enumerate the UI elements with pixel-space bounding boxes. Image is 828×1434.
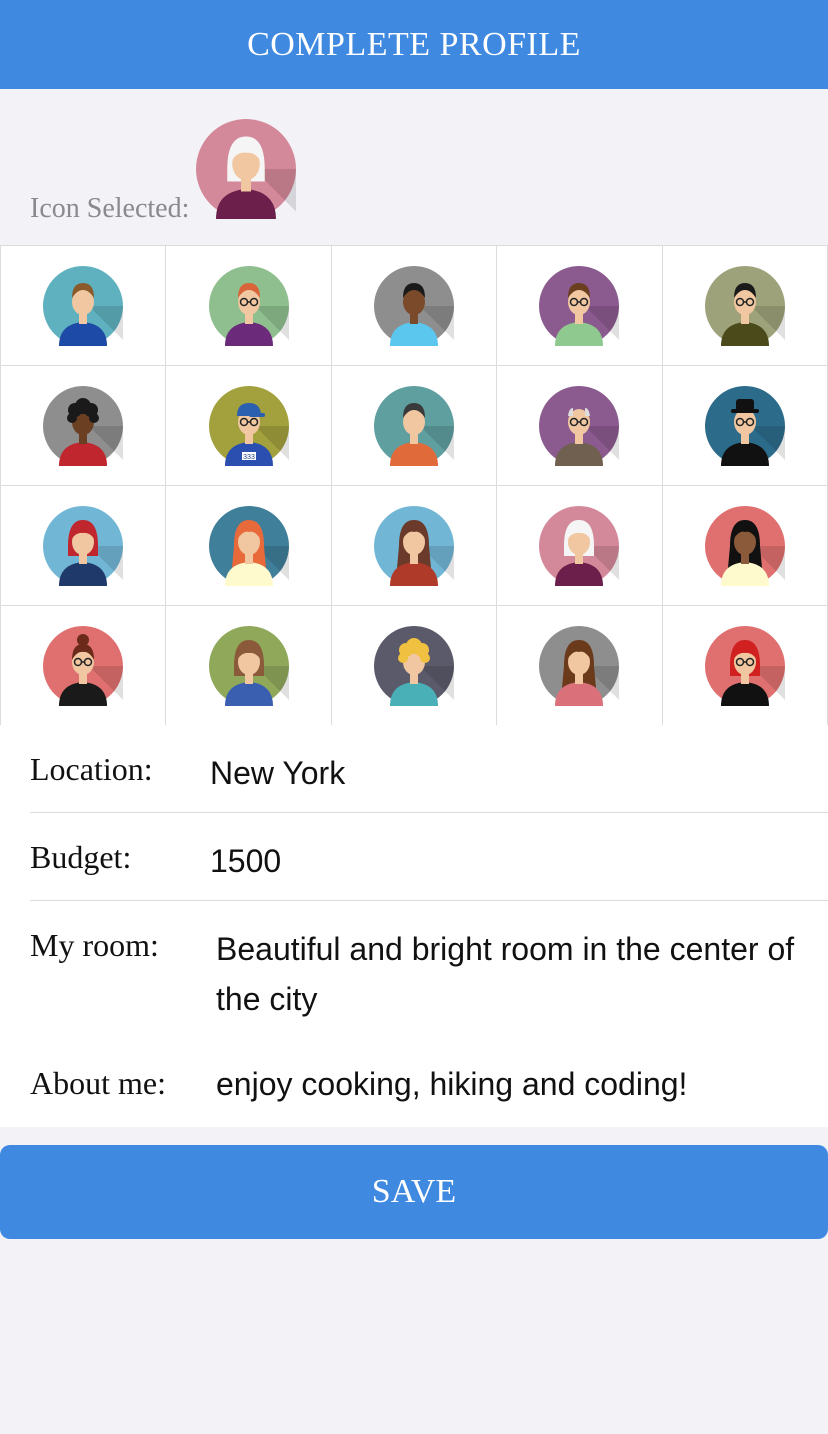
avatar-man-hat-icon [704, 385, 785, 466]
avatar-woman-orange-hair-icon [208, 505, 289, 586]
save-button[interactable]: SAVE [0, 1145, 828, 1239]
budget-label: Budget: [30, 839, 132, 875]
avatar-option[interactable] [497, 606, 663, 726]
avatar-option[interactable] [1, 246, 167, 366]
avatar-woman-red-sunglasses-icon [704, 625, 785, 706]
avatar-option[interactable] [662, 246, 828, 366]
avatar-man-glasses-purple-icon [208, 265, 289, 346]
avatar-man-blue-icon [43, 265, 124, 346]
avatar-option[interactable] [166, 246, 332, 366]
avatar-option[interactable] [497, 246, 663, 366]
avatar-woman-brown-bob-icon [208, 625, 289, 706]
header-title: COMPLETE PROFILE [0, 0, 828, 89]
avatar-man-glasses-green-icon [539, 265, 620, 346]
avatar-option[interactable] [497, 486, 663, 606]
avatar-option[interactable] [331, 606, 498, 726]
avatar-option[interactable] [662, 486, 828, 606]
svg-text:333: 333 [243, 454, 255, 461]
avatar-grid: 333 [0, 245, 828, 726]
selected-icon-row: Icon Selected: [0, 89, 828, 246]
location-input[interactable] [210, 751, 810, 795]
avatar-option[interactable]: 333 [166, 366, 332, 486]
avatar-man-mustache-icon [704, 265, 785, 346]
avatar-option[interactable] [331, 486, 498, 606]
location-label: Location: [30, 751, 153, 787]
avatar-man-beard-striped-icon [43, 385, 124, 466]
avatar-man-beard-icon [373, 385, 454, 466]
avatar-woman-red-hair-icon [43, 505, 124, 586]
avatar-option[interactable] [662, 606, 828, 726]
avatar-option[interactable] [1, 366, 167, 486]
avatar-option[interactable] [1, 606, 167, 726]
profile-form: Location: Budget: My room: Beautiful and… [0, 725, 828, 1127]
location-row: Location: [30, 751, 828, 801]
avatar-option[interactable] [1, 486, 167, 606]
avatar-option[interactable] [331, 366, 498, 486]
about-label: About me: [30, 1065, 166, 1101]
avatar-option[interactable] [662, 366, 828, 486]
about-row: About me: [30, 1062, 828, 1115]
avatar-option[interactable] [166, 486, 332, 606]
selected-icon-label: Icon Selected: [30, 193, 190, 224]
avatar-option[interactable] [497, 366, 663, 486]
avatar-boy-cap-333-icon: 333 [208, 385, 289, 466]
room-label: My room: [30, 927, 159, 963]
avatar-woman-long-brown-icon [373, 505, 454, 586]
budget-input[interactable] [210, 839, 810, 883]
room-row: My room: Beautiful and bright room in th… [30, 924, 828, 1037]
avatar-woman-white-hair-icon [539, 505, 620, 586]
selected-avatar-icon [196, 119, 296, 219]
room-textarea[interactable]: Beautiful and bright room in the center … [216, 924, 812, 1024]
avatar-option[interactable] [166, 606, 332, 726]
avatar-woman-curly-blonde-icon [373, 625, 454, 706]
avatar-woman-dark-skin-icon [704, 505, 785, 586]
about-input[interactable] [216, 1062, 812, 1106]
avatar-option[interactable] [331, 246, 498, 366]
avatar-woman-ponytail-icon [539, 625, 620, 706]
divider [30, 812, 828, 813]
avatar-man-dark-skin-icon [373, 265, 454, 346]
budget-row: Budget: [30, 839, 828, 889]
avatar-woman-bun-glasses-icon [43, 625, 124, 706]
avatar-old-man-icon [539, 385, 620, 466]
divider [30, 900, 828, 901]
